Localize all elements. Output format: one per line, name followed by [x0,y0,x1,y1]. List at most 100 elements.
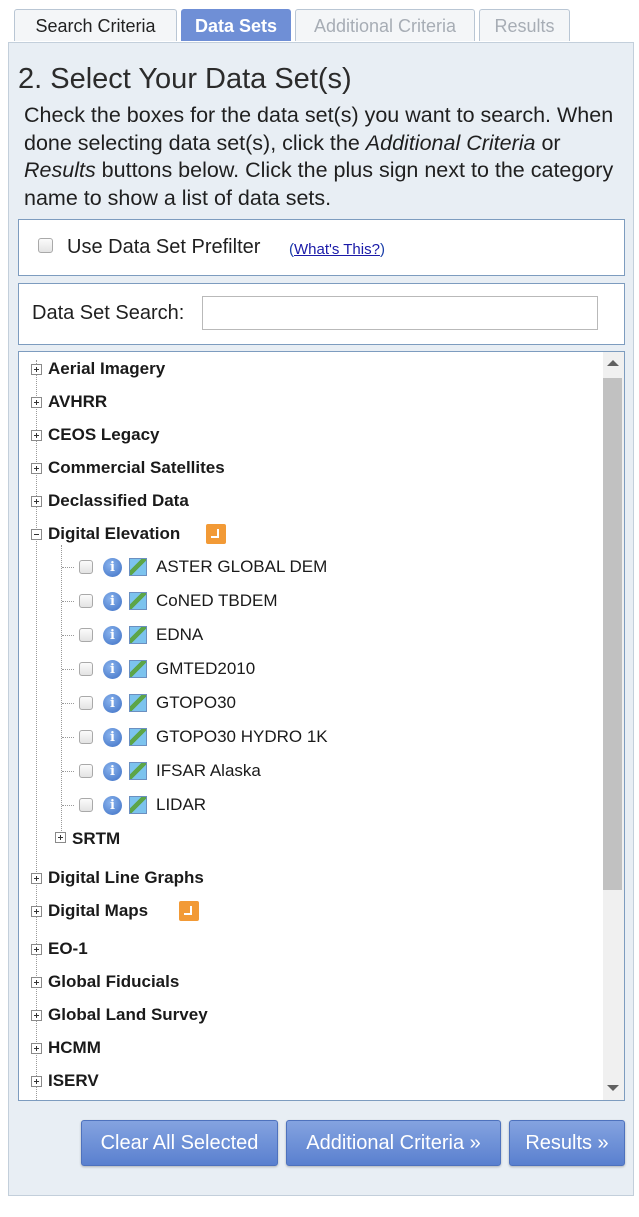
map-footprint-icon[interactable] [129,558,147,576]
category-label[interactable]: Aerial Imagery [48,359,165,379]
scroll-up-arrow-icon[interactable] [607,360,619,366]
dataset-item-aster-global-dem[interactable]: i ASTER GLOBAL DEM [62,557,462,581]
dataset-checkbox[interactable] [79,560,93,574]
dataset-item-gmted2010[interactable]: i GMTED2010 [62,659,462,683]
dataset-label[interactable]: GTOPO30 [156,693,236,713]
tree-scrollbar[interactable] [603,352,624,1100]
page-title: 2. Select Your Data Set(s) [18,63,352,95]
dataset-checkbox[interactable] [79,594,93,608]
expand-plus-icon[interactable] [31,977,42,988]
expand-plus-icon[interactable] [31,463,42,474]
info-icon[interactable]: i [103,626,122,645]
expand-plus-icon[interactable] [55,832,66,843]
dataset-label[interactable]: EDNA [156,625,203,645]
map-footprint-icon[interactable] [129,694,147,712]
category-label[interactable]: Global Fiducials [48,972,179,992]
info-icon[interactable]: i [103,694,122,713]
category-label[interactable]: Digital Maps [48,901,148,921]
dataset-search-box: Data Set Search: [18,283,625,345]
info-icon[interactable]: i [103,592,122,611]
expand-plus-icon[interactable] [31,944,42,955]
instructions-part-3: buttons below. Click the plus sign next … [24,158,614,210]
category-label[interactable]: Digital Line Graphs [48,868,204,888]
tree-branch-line [62,567,74,568]
dataset-item-gtopo30-hydro-1k[interactable]: i GTOPO30 HYDRO 1K [62,727,462,751]
dataset-item-edna[interactable]: i EDNA [62,625,462,649]
expand-plus-icon[interactable] [31,906,42,917]
instructions-part-2: or [535,130,561,155]
category-label[interactable]: CEOS Legacy [48,425,160,445]
tab-results: Results [479,9,570,41]
expand-plus-icon[interactable] [31,430,42,441]
dataset-search-label: Data Set Search: [32,302,185,324]
expand-plus-icon[interactable] [31,397,42,408]
expand-plus-icon[interactable] [31,364,42,375]
info-icon[interactable]: i [103,728,122,747]
info-icon[interactable]: i [103,796,122,815]
category-label[interactable]: Global Land Survey [48,1005,208,1025]
category-label[interactable]: EO-1 [48,939,88,959]
dataset-item-gtopo30[interactable]: i GTOPO30 [62,693,462,717]
results-button[interactable]: Results » [509,1120,625,1166]
dataset-label[interactable]: IFSAR Alaska [156,761,261,781]
expand-plus-icon[interactable] [31,496,42,507]
dataset-label[interactable]: LIDAR [156,795,206,815]
additional-criteria-button[interactable]: Additional Criteria » [286,1120,501,1166]
dataset-item-coned-tbdem[interactable]: i CoNED TBDEM [62,591,462,615]
tab-additional-criteria: Additional Criteria [295,9,475,41]
info-icon[interactable]: i [103,558,122,577]
dataset-label[interactable]: GMTED2010 [156,659,255,679]
dataset-checkbox[interactable] [79,730,93,744]
info-icon[interactable]: i [103,762,122,781]
tab-data-sets[interactable]: Data Sets [181,9,291,41]
dataset-tree: Aerial Imagery AVHRR CEOS Legacy Commerc… [18,351,625,1101]
map-footprint-icon[interactable] [129,796,147,814]
expand-plus-icon[interactable] [31,873,42,884]
expand-plus-icon[interactable] [31,1076,42,1087]
tree-branch-line [62,805,74,806]
prefilter-help: (What's This?) [289,241,385,258]
subcategory-label[interactable]: SRTM [72,829,120,849]
map-footprint-icon[interactable] [129,626,147,644]
tree-branch-line [62,669,74,670]
clear-all-selected-button[interactable]: Clear All Selected [81,1120,278,1166]
instructions-additional-criteria: Additional Criteria [365,130,536,155]
dataset-checkbox[interactable] [79,628,93,642]
scrollbar-thumb[interactable] [603,378,622,890]
dataset-label[interactable]: CoNED TBDEM [156,591,278,611]
help-paren-close: ) [379,241,385,258]
dataset-checkbox[interactable] [79,798,93,812]
dataset-checkbox[interactable] [79,764,93,778]
expand-plus-icon[interactable] [31,1043,42,1054]
tree-branch-line [62,635,74,636]
orange-flag-icon[interactable] [179,901,199,921]
prefilter-checkbox[interactable] [38,238,53,253]
dataset-checkbox[interactable] [79,696,93,710]
dataset-label[interactable]: ASTER GLOBAL DEM [156,557,327,577]
orange-flag-icon[interactable] [206,524,226,544]
category-label[interactable]: ISERV [48,1071,99,1091]
prefilter-label[interactable]: Use Data Set Prefilter [67,236,260,259]
category-label[interactable]: Declassified Data [48,491,189,511]
map-footprint-icon[interactable] [129,728,147,746]
category-label[interactable]: HCMM [48,1038,101,1058]
scroll-down-arrow-icon[interactable] [607,1085,619,1091]
map-footprint-icon[interactable] [129,762,147,780]
subtree-connector-line [61,545,62,837]
expand-plus-icon[interactable] [31,1010,42,1021]
category-label[interactable]: Digital Elevation [48,524,180,544]
dataset-checkbox[interactable] [79,662,93,676]
dataset-label[interactable]: GTOPO30 HYDRO 1K [156,727,328,747]
category-label[interactable]: AVHRR [48,392,107,412]
collapse-minus-icon[interactable] [31,529,42,540]
tree-branch-line [62,771,74,772]
category-label[interactable]: Commercial Satellites [48,458,225,478]
map-footprint-icon[interactable] [129,592,147,610]
whats-this-link[interactable]: What's This? [294,241,380,258]
map-footprint-icon[interactable] [129,660,147,678]
dataset-search-input[interactable] [202,296,598,330]
dataset-item-ifsar-alaska[interactable]: i IFSAR Alaska [62,761,462,785]
info-icon[interactable]: i [103,660,122,679]
tab-search-criteria[interactable]: Search Criteria [14,9,177,41]
dataset-item-lidar[interactable]: i LIDAR [62,795,462,819]
